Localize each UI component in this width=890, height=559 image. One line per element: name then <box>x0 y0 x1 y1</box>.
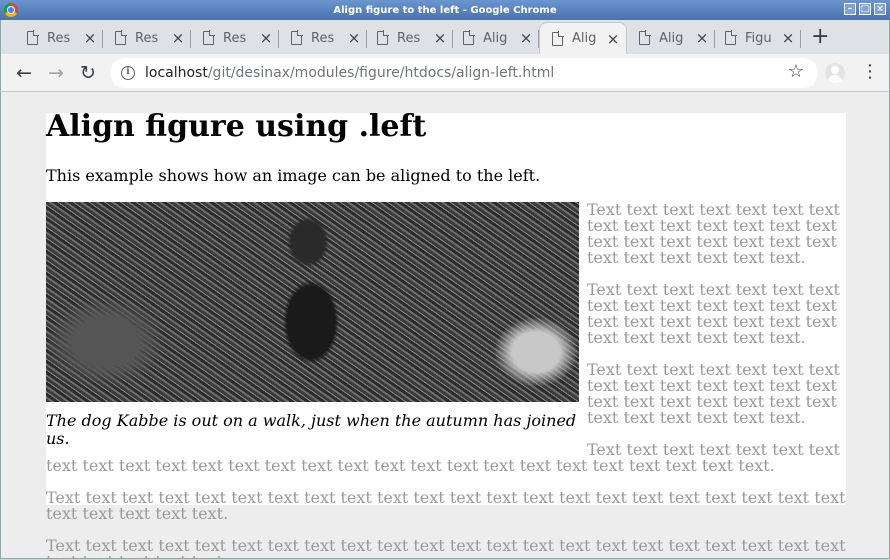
tab[interactable]: Res × <box>279 22 367 54</box>
tab-close-icon[interactable]: × <box>259 29 273 47</box>
tab-close-icon[interactable]: × <box>347 29 361 47</box>
tab[interactable]: Res × <box>365 22 453 54</box>
tab-close-icon[interactable]: × <box>433 29 447 47</box>
tab-label: Alig <box>483 30 508 46</box>
tab[interactable]: Figu × <box>713 22 801 54</box>
tab-close-icon[interactable]: × <box>781 29 795 47</box>
bookmark-star-icon[interactable]: ☆ <box>788 61 804 82</box>
document-icon <box>115 30 127 45</box>
tab-close-icon[interactable]: × <box>83 29 97 47</box>
document-icon <box>463 30 475 45</box>
minimize-icon[interactable]: – <box>844 3 856 15</box>
figure-left: The dog Kabbe is out on a walk, just whe… <box>46 202 579 448</box>
tab-close-icon[interactable]: × <box>171 29 185 47</box>
url-path: /git/desinax/modules/figure/htdocs/align… <box>207 65 555 81</box>
tab[interactable]: Res × <box>15 22 103 54</box>
url-host: localhost <box>145 65 208 81</box>
close-window-icon[interactable]: × <box>874 3 886 15</box>
document-icon <box>27 30 39 45</box>
window-title: Align figure to the left - Google Chrome <box>333 4 557 16</box>
new-tab-icon[interactable]: + <box>811 26 829 48</box>
text-paragraph: Text text text text text text text text … <box>46 488 846 523</box>
intro-paragraph: This example shows how an image can be a… <box>46 166 541 185</box>
tab-close-icon[interactable]: × <box>519 29 533 47</box>
document-icon <box>377 30 389 45</box>
page-content: Align figure using .left This example sh… <box>46 109 846 559</box>
page-viewport: Align figure using .left This example sh… <box>0 92 890 559</box>
document-icon <box>639 30 651 45</box>
document-icon <box>291 30 303 45</box>
dog-photo <box>46 202 579 402</box>
address-bar[interactable]: i localhost/git/desinax/modules/figure/h… <box>110 58 818 88</box>
tab-label: Res <box>223 30 247 46</box>
tab-label: Res <box>311 30 335 46</box>
forward-arrow-icon[interactable]: → <box>44 61 68 85</box>
browser-toolbar: ← → ↻ i localhost/git/desinax/modules/fi… <box>0 54 890 92</box>
tab-close-icon[interactable]: × <box>695 29 709 47</box>
tab[interactable]: Alig × <box>627 22 715 54</box>
tab-label: Res <box>397 30 421 46</box>
tab-label: Alig <box>572 31 597 46</box>
window-titlebar: Align figure to the left - Google Chrome… <box>0 0 890 20</box>
tab[interactable]: Res × <box>191 22 279 54</box>
chrome-logo-icon <box>4 3 18 17</box>
tab[interactable]: Alig × <box>451 22 539 54</box>
tab-close-icon[interactable]: × <box>606 30 620 48</box>
figure-caption: The dog Kabbe is out on a walk, just whe… <box>46 411 577 448</box>
menu-dots-icon[interactable]: ⋮ <box>861 62 879 82</box>
tab-label: Res <box>135 30 159 46</box>
window-controls: – □ × <box>844 3 886 15</box>
reload-icon[interactable]: ↻ <box>76 61 100 85</box>
tab-label: Figu <box>745 30 772 46</box>
document-icon <box>552 30 564 46</box>
tab-active[interactable]: Alig × <box>539 22 627 54</box>
page-heading: Align figure using .left <box>46 109 427 144</box>
document-icon <box>725 30 737 45</box>
document-icon <box>203 30 215 45</box>
info-icon[interactable]: i <box>121 66 135 80</box>
profile-avatar-icon[interactable] <box>825 63 845 83</box>
tab[interactable]: Res × <box>103 22 191 54</box>
tab-strip: Res × Res × Res × Res × Res × Alig × Ali… <box>0 20 890 54</box>
maximize-icon[interactable]: □ <box>859 3 871 15</box>
back-arrow-icon[interactable]: ← <box>12 61 36 85</box>
tab-label: Res <box>47 30 71 46</box>
tab-label: Alig <box>659 30 684 46</box>
text-paragraph: Text text text text text text text text … <box>46 536 846 559</box>
